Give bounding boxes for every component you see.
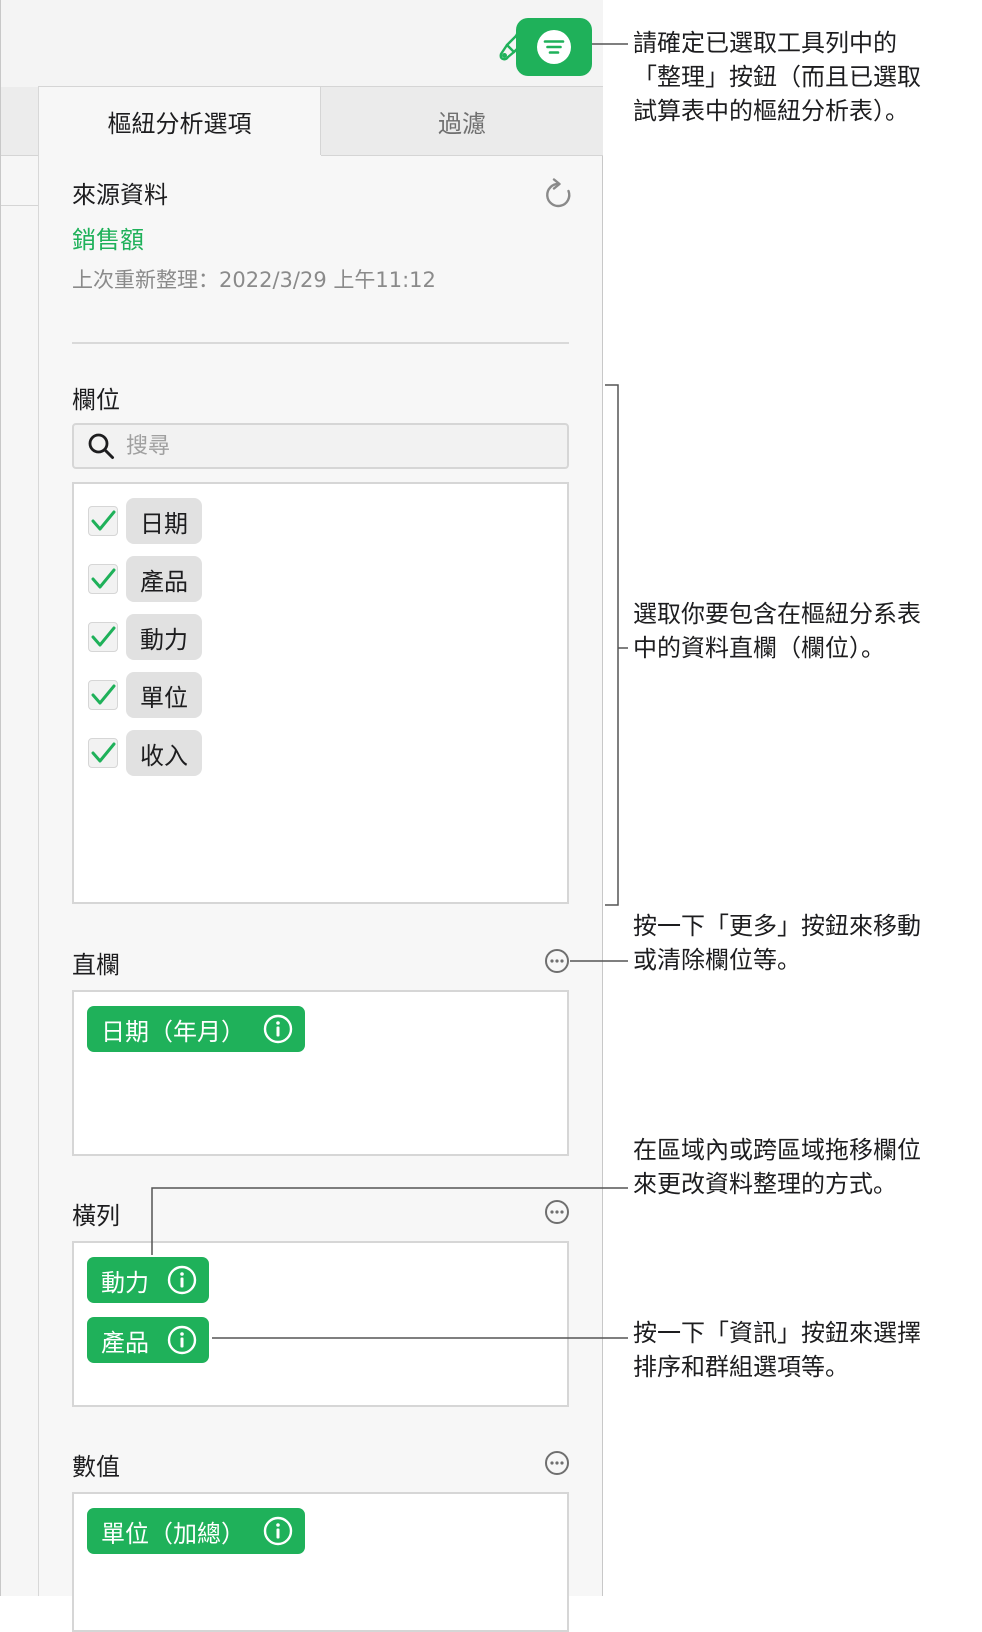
callout-fields: 選取你要包含在樞紐分系表 中的資料直欄（欄位）。 bbox=[633, 600, 921, 662]
spreadsheet-canvas-edge bbox=[0, 0, 39, 1596]
more-ellipsis-icon bbox=[545, 1200, 569, 1224]
info-button[interactable] bbox=[263, 1014, 293, 1044]
field-pill[interactable]: 收入 bbox=[126, 730, 202, 776]
field-search-box bbox=[72, 423, 569, 469]
info-button[interactable] bbox=[167, 1265, 197, 1295]
info-icon bbox=[167, 1265, 197, 1295]
toolbar-edge bbox=[1, 0, 39, 88]
field-pill[interactable]: 單位 bbox=[126, 672, 202, 718]
field-label: 單位（加總） bbox=[101, 1519, 245, 1548]
value-field-pill[interactable]: 單位（加總） bbox=[87, 1508, 305, 1554]
field-list: 日期 產品 動力 單位 收入 bbox=[72, 482, 569, 904]
columns-drop-zone[interactable]: 日期（年月） bbox=[72, 990, 569, 1156]
checkmark-icon bbox=[91, 568, 116, 589]
field-checkbox[interactable] bbox=[88, 622, 118, 652]
values-title: 數值 bbox=[72, 1453, 120, 1481]
search-icon bbox=[86, 431, 116, 461]
field-pill[interactable]: 日期 bbox=[126, 498, 202, 544]
field-row: 動力 bbox=[88, 614, 202, 660]
callout-info: 按一下「資訊」按鈕來選擇 排序和群組選項等。 bbox=[633, 1319, 921, 1381]
field-checkbox[interactable] bbox=[88, 680, 118, 710]
info-icon bbox=[263, 1014, 293, 1044]
field-label: 日期（年月） bbox=[101, 1017, 245, 1046]
info-icon bbox=[263, 1516, 293, 1546]
field-pill[interactable]: 產品 bbox=[126, 556, 202, 602]
values-more-button[interactable] bbox=[542, 1448, 572, 1478]
more-ellipsis-icon bbox=[545, 1451, 569, 1475]
last-refresh-text: 上次重新整理：2022/3/29 上午11:12 bbox=[72, 268, 436, 292]
info-button[interactable] bbox=[263, 1516, 293, 1546]
tab-filter[interactable]: 過濾 bbox=[321, 87, 603, 156]
search-input[interactable] bbox=[124, 432, 548, 460]
checkmark-icon bbox=[91, 684, 116, 705]
checkmark-icon bbox=[91, 626, 116, 647]
sheet-tab-edge bbox=[1, 87, 39, 156]
info-button[interactable] bbox=[167, 1325, 197, 1355]
refresh-icon bbox=[546, 178, 571, 208]
columns-more-button[interactable] bbox=[542, 946, 572, 976]
callout-drag: 在區域內或跨區域拖移欄位 來更改資料整理的方式。 bbox=[633, 1136, 921, 1198]
rows-more-button[interactable] bbox=[542, 1197, 572, 1227]
field-row: 單位 bbox=[88, 672, 202, 718]
columns-title: 直欄 bbox=[72, 951, 120, 979]
rows-title: 橫列 bbox=[72, 1202, 120, 1230]
source-data-title: 來源資料 bbox=[72, 181, 168, 209]
organize-lines-icon bbox=[537, 30, 571, 64]
more-ellipsis-icon bbox=[545, 949, 569, 973]
field-row: 收入 bbox=[88, 730, 202, 776]
field-row: 日期 bbox=[88, 498, 202, 544]
sheet-gridline bbox=[1, 205, 39, 206]
fields-title: 欄位 bbox=[72, 386, 120, 414]
checkmark-icon bbox=[91, 510, 116, 531]
field-pill[interactable]: 動力 bbox=[126, 614, 202, 660]
rows-drop-zone[interactable]: 動力 產品 bbox=[72, 1241, 569, 1407]
section-divider bbox=[72, 342, 569, 344]
callout-more: 按一下「更多」按鈕來移動 或清除欄位等。 bbox=[633, 912, 921, 974]
source-table-link[interactable]: 銷售額 bbox=[72, 220, 144, 255]
values-drop-zone[interactable]: 單位（加總） bbox=[72, 1492, 569, 1632]
toolbar bbox=[38, 0, 603, 87]
field-label: 產品 bbox=[101, 1328, 149, 1357]
tab-pivot-options[interactable]: 樞紐分析選項 bbox=[39, 87, 321, 155]
field-checkbox[interactable] bbox=[88, 564, 118, 594]
row-field-pill[interactable]: 動力 bbox=[87, 1257, 209, 1303]
info-icon bbox=[167, 1325, 197, 1355]
organize-sidebar: 樞紐分析選項 過濾 來源資料 銷售額 上次重新整理：2022/3/29 上午11… bbox=[38, 87, 603, 1632]
column-field-pill[interactable]: 日期（年月） bbox=[87, 1006, 305, 1052]
field-checkbox[interactable] bbox=[88, 506, 118, 536]
refresh-button[interactable] bbox=[539, 175, 579, 215]
callout-organize: 請確定已選取工具列中的 「整理」按鈕（而且已選取 試算表中的樞紐分析表）。 bbox=[633, 29, 921, 125]
row-field-pill[interactable]: 產品 bbox=[87, 1317, 209, 1363]
field-checkbox[interactable] bbox=[88, 738, 118, 768]
organize-button[interactable] bbox=[516, 18, 592, 76]
sidebar-tabs: 樞紐分析選項 過濾 bbox=[39, 87, 603, 156]
checkmark-icon bbox=[91, 742, 116, 763]
field-label: 動力 bbox=[101, 1268, 149, 1297]
field-row: 產品 bbox=[88, 556, 202, 602]
